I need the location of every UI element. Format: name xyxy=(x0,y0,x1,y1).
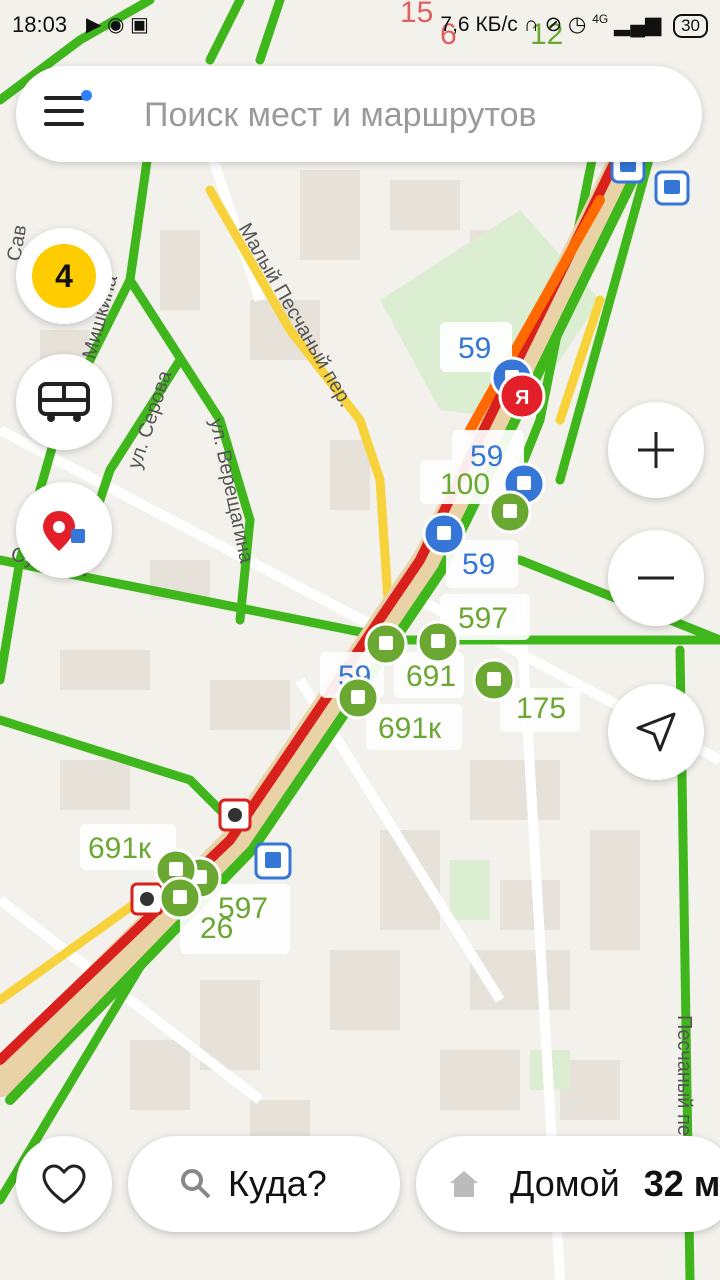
notification-dot xyxy=(81,90,92,101)
route-26-label: 26 xyxy=(200,912,233,945)
heart-icon xyxy=(42,1164,86,1204)
svg-text:Я: Я xyxy=(515,387,529,409)
bus-pin xyxy=(488,490,532,534)
my-location-button[interactable] xyxy=(608,684,704,780)
status-time: 18:03 xyxy=(12,12,68,37)
search-placeholder: Поиск мест и маршрутов xyxy=(144,96,537,134)
signal-icon: ▂▄▆ xyxy=(614,13,662,36)
route-59-label: 59 xyxy=(462,548,495,581)
home-icon xyxy=(450,1171,478,1197)
navigation-arrow-icon xyxy=(636,712,676,752)
status-right: 7,6 КБ/с ∩ ⊘ ◷ 4G ▂▄▆ 30 xyxy=(440,12,708,38)
accident-icon xyxy=(130,882,164,916)
battery-icon: 30 xyxy=(673,14,708,38)
traffic-button[interactable]: 4 xyxy=(16,228,112,324)
network-type: 4G xyxy=(592,12,609,26)
bus-stop-icon xyxy=(654,170,690,206)
trolleybus-pin xyxy=(422,512,466,556)
home-route-button[interactable]: Домой 32 м xyxy=(416,1136,720,1232)
nearby-stops-button[interactable] xyxy=(16,482,112,578)
home-travel-time: 32 м xyxy=(643,1163,720,1204)
search-icon xyxy=(181,1169,211,1199)
route-691k-label: 691к xyxy=(378,712,442,745)
accident-icon xyxy=(218,798,252,832)
menu-icon[interactable] xyxy=(44,90,92,132)
stop-pin-icon xyxy=(43,511,85,551)
bus-pin xyxy=(364,622,408,666)
traffic-level-badge: 4 xyxy=(32,244,96,308)
bus-pin xyxy=(416,620,460,664)
minus-icon xyxy=(638,576,674,580)
street-peschany: Песчаный пер xyxy=(673,1015,695,1147)
transport-button[interactable] xyxy=(16,354,112,450)
map[interactable]: Малый Песчаный пер. ул. Серова ул. Верещ… xyxy=(0,0,720,1280)
status-bar: 18:03 ▶ ◉ ▣ 7,6 КБ/с ∩ ⊘ ◷ 4G ▂▄▆ 30 xyxy=(0,0,720,52)
route-597-label: 597 xyxy=(458,602,508,635)
route-175-label: 175 xyxy=(516,692,566,725)
bus-icon xyxy=(38,382,90,422)
route-691-label: 691 xyxy=(406,660,456,693)
bus-pin xyxy=(472,658,516,702)
bus-stop-icon xyxy=(254,842,292,880)
search-bar[interactable]: Поиск мест и маршрутов xyxy=(16,66,702,162)
zoom-out-button[interactable] xyxy=(608,530,704,626)
zoom-in-button[interactable] xyxy=(608,402,704,498)
bus-pin xyxy=(336,676,380,720)
bus-pin xyxy=(158,876,202,920)
plus-icon xyxy=(638,432,674,468)
home-label: Домой xyxy=(510,1163,620,1204)
net-speed: 7,6 КБ/с xyxy=(440,13,518,36)
where-to-label: Куда? xyxy=(228,1163,327,1204)
favorites-button[interactable] xyxy=(16,1136,112,1232)
route-691k-label: 691к xyxy=(88,832,152,865)
route-59-label: 59 xyxy=(458,332,491,365)
headphones-icon: ∩ ⊘ ◷ xyxy=(523,13,593,36)
notification-icons: ▶ ◉ ▣ xyxy=(86,14,149,36)
metro-icon: Я xyxy=(498,372,546,420)
where-to-button[interactable]: Куда? xyxy=(128,1136,400,1232)
route-100-label: 100 xyxy=(440,468,490,501)
